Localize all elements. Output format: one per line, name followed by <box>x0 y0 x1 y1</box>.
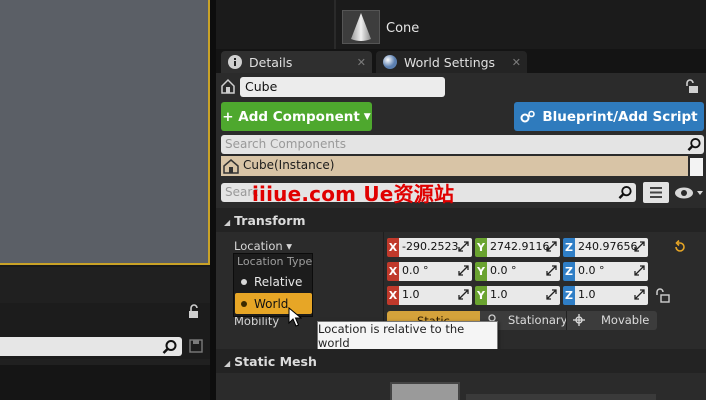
search-icon[interactable] <box>162 339 178 355</box>
rotation-x-field[interactable]: 0.0 ° <box>399 262 472 281</box>
scale-x-field[interactable]: 1.0 <box>399 286 472 305</box>
watermark-text: iiiue.com Ue资源站 <box>252 182 455 206</box>
scale-z-value: 1.0 <box>578 288 596 301</box>
drag-spin-icon <box>546 289 557 300</box>
search-components-input[interactable]: Search Components <box>221 135 704 154</box>
save-icon[interactable] <box>189 338 203 354</box>
info-icon <box>228 55 242 69</box>
scrollbar[interactable] <box>690 158 703 176</box>
menu-item-relative[interactable]: Relative <box>235 271 312 292</box>
asset-list-panel <box>216 0 706 49</box>
chevron-down-icon: ▼ <box>363 111 371 122</box>
axis-x-label: X <box>387 238 399 257</box>
tab-world-settings[interactable]: World Settings ✕ <box>376 51 527 73</box>
rotation-y-value: 0.0 ° <box>490 264 517 277</box>
mouse-cursor-icon <box>288 307 302 327</box>
drag-spin-icon <box>458 289 469 300</box>
static-mesh-picker[interactable] <box>466 394 656 400</box>
menu-item-world-label: World <box>254 296 289 311</box>
axis-y-label: Y <box>475 238 487 257</box>
axis-z-label: Z <box>563 262 575 281</box>
mobility-divider <box>566 311 567 330</box>
property-matrix-button[interactable] <box>643 182 669 203</box>
collapse-arrow-icon: ◢ <box>224 218 231 227</box>
globe-icon <box>383 55 397 69</box>
cone-label[interactable]: Cone <box>386 21 419 36</box>
tab-details[interactable]: Details ✕ <box>221 51 372 73</box>
location-type-dropdown[interactable]: Location ▾ <box>234 239 292 253</box>
actor-icon <box>221 78 235 94</box>
component-tree-root[interactable]: Cube(Instance) <box>221 156 688 176</box>
add-component-button[interactable]: + Add Component ▼ <box>221 102 372 131</box>
search-icon[interactable] <box>618 185 633 200</box>
drag-spin-icon <box>546 241 557 252</box>
static-mesh-thumbnail[interactable] <box>390 382 460 400</box>
list-icon <box>650 187 662 198</box>
radio-dot-icon <box>241 300 247 307</box>
axis-y-label: Y <box>475 262 487 281</box>
mobility-movable-option[interactable]: Movable <box>601 313 649 327</box>
eye-icon[interactable] <box>672 183 704 203</box>
location-y-value: 2742.9116 <box>490 240 550 253</box>
blueprint-add-script-label: Blueprint/Add Script <box>542 108 698 125</box>
rotation-z-value: 0.0 ° <box>578 264 605 277</box>
level-viewport[interactable] <box>0 0 210 265</box>
rotation-y-field[interactable]: 0.0 ° <box>487 262 560 281</box>
scale-x-value: 1.0 <box>402 288 420 301</box>
location-x-value: -290.2523 <box>402 240 459 253</box>
add-component-label: + Add Component <box>222 108 360 125</box>
actor-name-input[interactable]: Cube <box>240 77 445 97</box>
gears-icon <box>520 110 536 122</box>
blueprint-add-script-button[interactable]: Blueprint/Add Script <box>514 102 704 131</box>
asset-list-divider <box>334 0 336 49</box>
drag-spin-icon <box>458 265 469 276</box>
location-x-field[interactable]: -290.2523 <box>399 238 472 257</box>
tab-world-settings-label: World Settings <box>404 54 496 70</box>
location-z-field[interactable]: 240.97656 <box>575 238 648 257</box>
drag-spin-icon <box>634 241 645 252</box>
axis-z-label: Z <box>563 238 575 257</box>
drag-spin-icon <box>634 265 645 276</box>
move-arrows-icon <box>573 314 585 326</box>
actor-icon <box>223 159 239 174</box>
location-y-field[interactable]: 2742.9116 <box>487 238 560 257</box>
axis-y-label: Y <box>475 286 487 305</box>
cone-icon <box>351 13 371 41</box>
outliner-search-input[interactable] <box>0 337 182 356</box>
lock-icon[interactable] <box>186 303 202 319</box>
axis-x-label: X <box>387 286 399 305</box>
static-mesh-header-label: Static Mesh <box>234 354 317 369</box>
location-type-menu-title: Location Type <box>237 255 313 268</box>
axis-x-label: X <box>387 262 399 281</box>
transform-header-label: Transform <box>234 213 306 228</box>
outliner-row <box>0 365 216 400</box>
close-icon[interactable]: ✕ <box>357 56 366 69</box>
scale-y-field[interactable]: 1.0 <box>487 286 560 305</box>
tab-details-label: Details <box>249 54 293 70</box>
tooltip: Location is relative to the world <box>317 321 498 351</box>
rotation-x-value: 0.0 ° <box>402 264 429 277</box>
close-icon[interactable]: ✕ <box>512 56 521 69</box>
scale-z-field[interactable]: 1.0 <box>575 286 648 305</box>
search-icon[interactable] <box>687 137 702 152</box>
transform-section-header[interactable]: ◢ Transform <box>216 208 706 232</box>
static-mesh-section-header[interactable]: ◢ Static Mesh <box>216 349 706 373</box>
radio-dot-icon <box>241 278 247 285</box>
axis-z-label: Z <box>563 286 575 305</box>
collapse-arrow-icon: ◢ <box>224 359 231 368</box>
drag-spin-icon <box>458 241 469 252</box>
location-z-value: 240.97656 <box>578 240 638 253</box>
menu-item-relative-label: Relative <box>254 274 303 289</box>
unlock-icon[interactable] <box>655 287 671 303</box>
rotation-z-field[interactable]: 0.0 ° <box>575 262 648 281</box>
mobility-stationary-option[interactable]: Stationary <box>508 313 567 327</box>
cone-thumbnail[interactable] <box>342 10 380 44</box>
reset-arrow-icon[interactable] <box>673 240 687 254</box>
scale-y-value: 1.0 <box>490 288 508 301</box>
lock-icon[interactable] <box>684 78 700 94</box>
drag-spin-icon <box>634 289 645 300</box>
drag-spin-icon <box>546 265 557 276</box>
